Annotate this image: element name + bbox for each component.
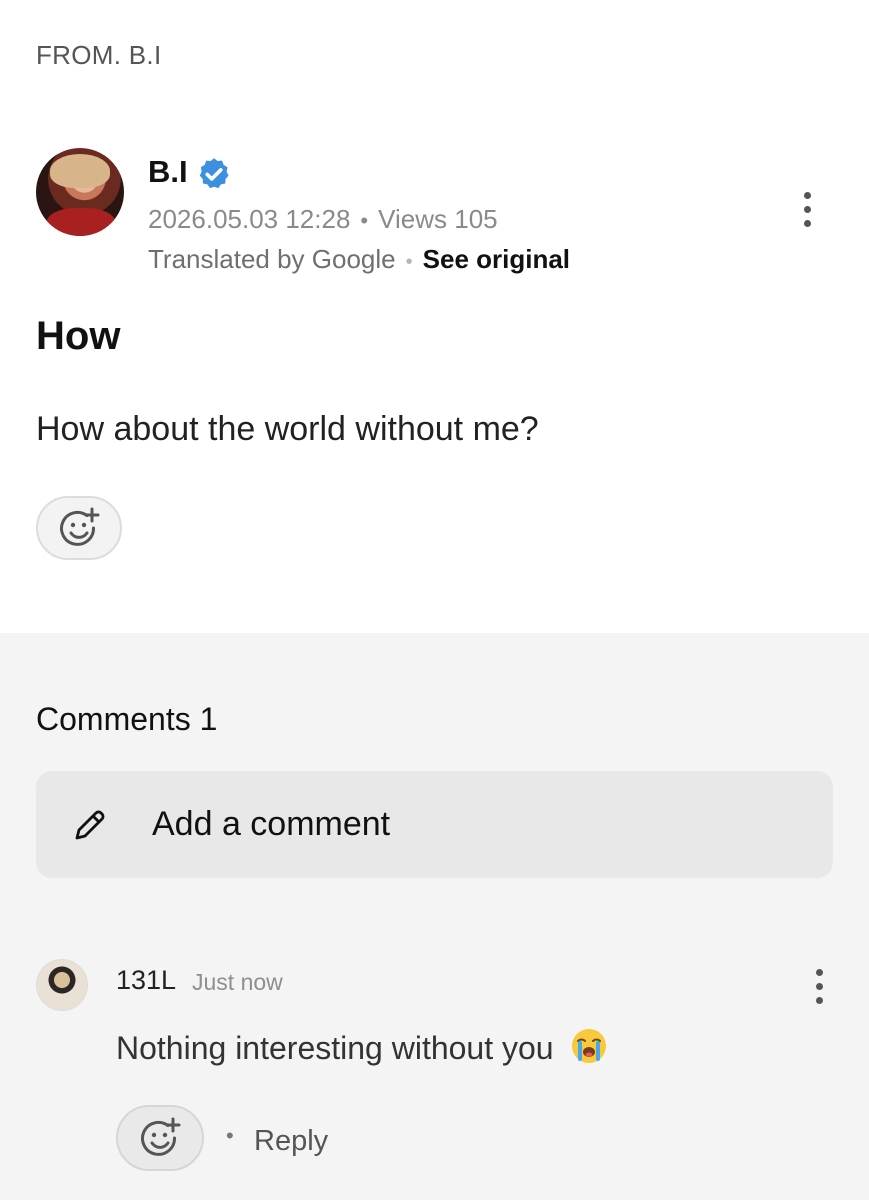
translation-line: Translated by Google • See original <box>148 244 570 275</box>
comments-heading: Comments 1 <box>36 701 218 737</box>
comment-item: 131L Just now Nothing interesting withou… <box>36 955 836 1185</box>
post-body: How about the world without me? <box>36 410 539 448</box>
pencil-icon <box>75 810 105 840</box>
see-original-link[interactable]: See original <box>423 244 570 274</box>
add-reaction-icon <box>60 507 100 546</box>
author-avatar[interactable] <box>36 148 124 236</box>
commenter-avatar[interactable] <box>36 959 88 1011</box>
post-meta: 2026.05.03 12:28 • Views 105 <box>148 204 498 235</box>
comment-time: Just now <box>192 969 283 995</box>
reply-separator: • <box>226 1123 234 1148</box>
comment-body: Nothing interesting without you <box>116 1030 554 1066</box>
comment-more-icon[interactable] <box>808 969 830 1013</box>
loudly-crying-face-emoji-icon <box>572 1029 607 1063</box>
post-header: B.I 2026.05.03 12:28 • Views 105 Translate… <box>36 148 836 278</box>
author-name[interactable]: B.I <box>148 154 188 190</box>
comment-author[interactable]: 131L <box>116 965 176 996</box>
post-views: Views 105 <box>378 204 498 234</box>
add-reaction-button[interactable] <box>36 496 122 560</box>
post-more-icon[interactable] <box>796 192 818 236</box>
comment-text: Nothing interesting without you <box>116 1027 608 1067</box>
add-comment-placeholder: Add a comment <box>152 805 391 843</box>
from-label: FROM. B.I <box>36 40 162 70</box>
post-title: How <box>36 314 121 358</box>
verified-badge-icon <box>199 158 229 189</box>
translated-by-label: Translated by Google <box>148 244 396 274</box>
add-reaction-icon <box>141 1117 181 1156</box>
meta-separator: • <box>360 208 369 233</box>
translate-separator: • <box>405 251 413 273</box>
avatar-shirt <box>46 208 116 236</box>
add-comment-field[interactable]: Add a comment <box>36 771 833 878</box>
comments-section: Comments 1 Add a comment 131L Just now N… <box>0 633 869 1200</box>
avatar-hair <box>50 154 110 188</box>
comment-add-reaction-button[interactable] <box>116 1105 204 1171</box>
post-date: 2026.05.03 12:28 <box>148 204 351 234</box>
reply-button[interactable]: Reply <box>254 1125 328 1158</box>
